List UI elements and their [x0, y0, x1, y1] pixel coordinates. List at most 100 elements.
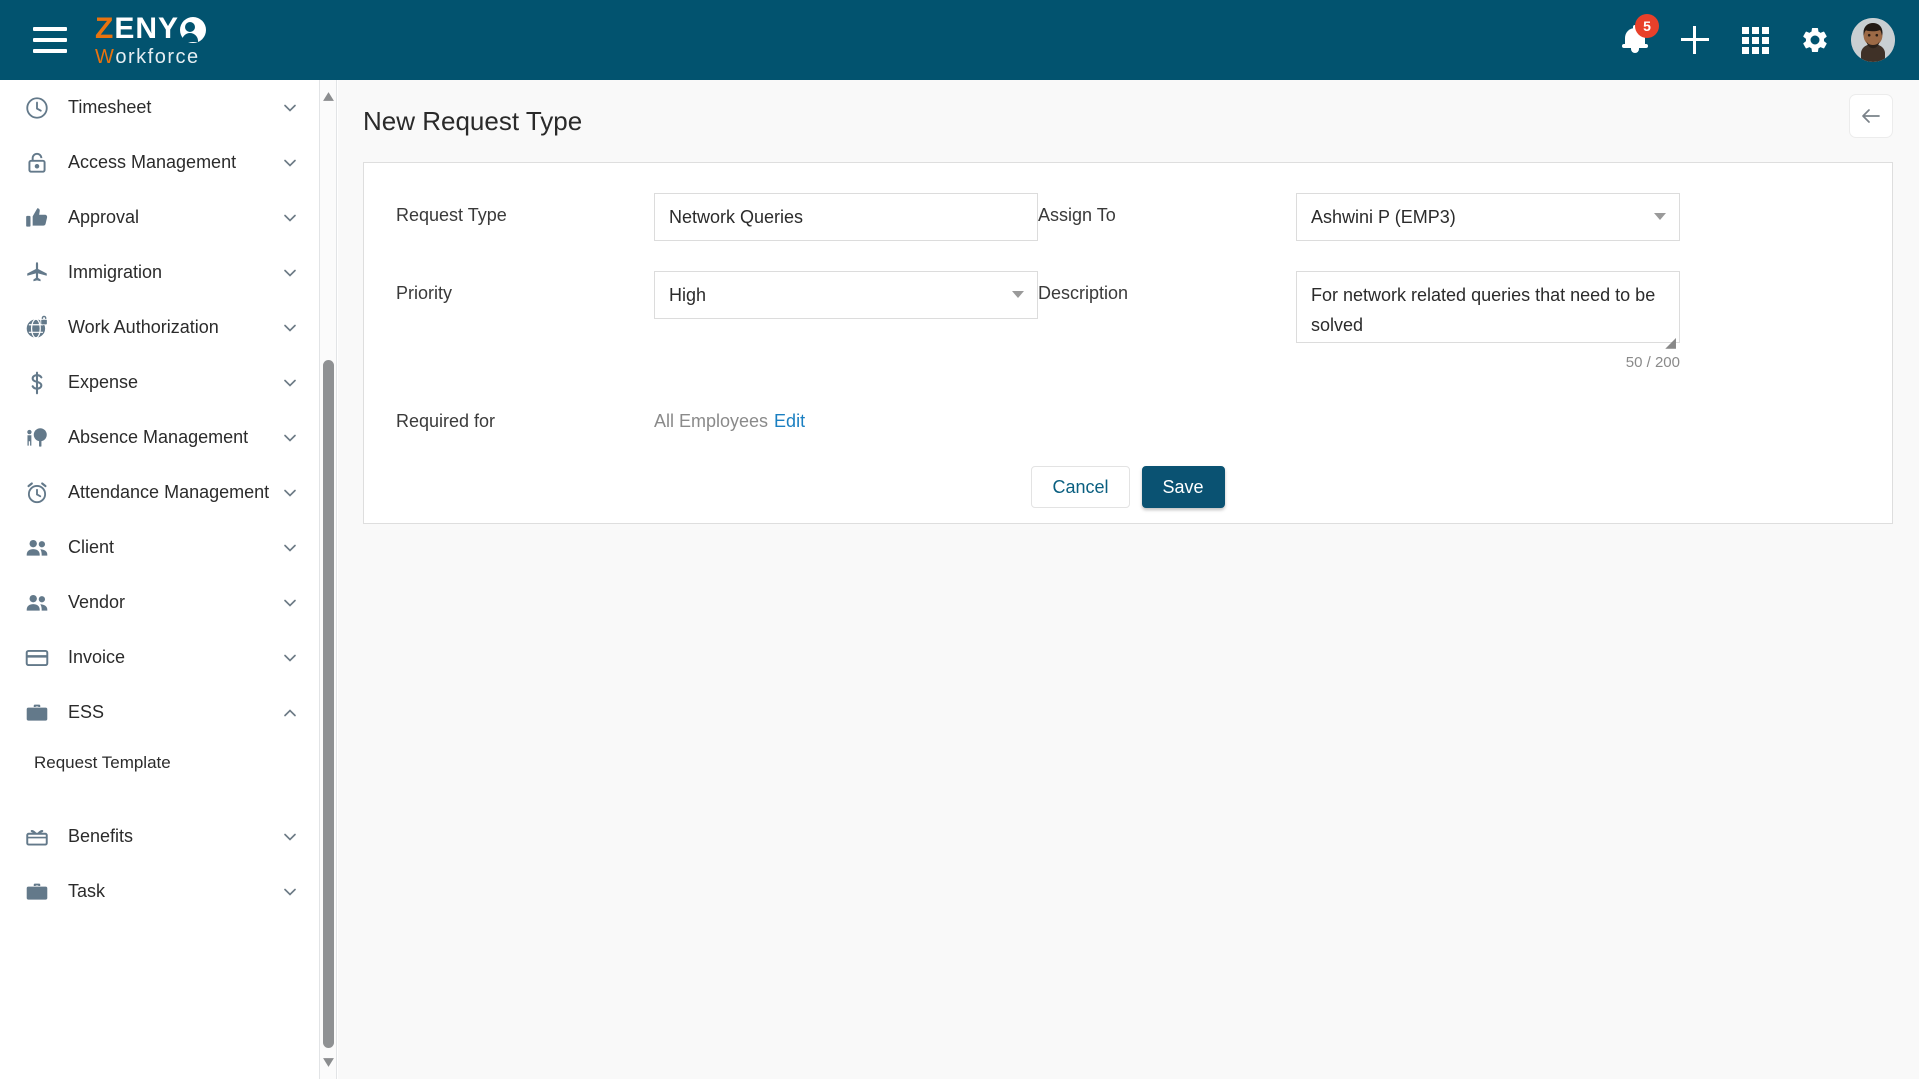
- globe-lock-icon: [22, 313, 52, 343]
- sidebar-scrollbar[interactable]: [320, 80, 337, 1079]
- sidebar-item-access-management[interactable]: Access Management: [0, 135, 319, 190]
- sidebar-item-approval[interactable]: Approval: [0, 190, 319, 245]
- page-title: New Request Type: [363, 105, 583, 136]
- chevron-down-icon[interactable]: [279, 427, 301, 449]
- people-icon: [22, 533, 52, 563]
- priority-label: Priority: [396, 283, 453, 303]
- sidebar-item-immigration[interactable]: Immigration: [0, 245, 319, 300]
- hamburger-line: [33, 27, 67, 31]
- empty-cell: [1038, 399, 1296, 432]
- sidebar-item-invoice[interactable]: Invoice: [0, 630, 319, 685]
- people-icon: [22, 588, 52, 618]
- sidebar-item-label: Client: [68, 537, 115, 557]
- sidebar-item-label: Timesheet: [68, 97, 152, 117]
- sidebar-item-benefits[interactable]: Benefits: [0, 809, 319, 864]
- priority-field: [654, 271, 1038, 371]
- page-header: New Request Type: [338, 80, 1919, 162]
- plus-icon: [1681, 26, 1709, 54]
- sidebar-item-ess[interactable]: ESS: [0, 685, 319, 740]
- empty-cell: [1296, 399, 1680, 432]
- request-type-field: [654, 193, 1038, 241]
- gift-icon: [22, 822, 52, 852]
- apps-grid-icon: [1741, 26, 1769, 54]
- sidebar-subitem-request-template[interactable]: Request Template: [0, 740, 319, 786]
- sidebar-item-client[interactable]: Client: [0, 520, 319, 575]
- chevron-down-icon[interactable]: [279, 592, 301, 614]
- add-button[interactable]: [1665, 10, 1725, 70]
- sidebar-item-work-authorization[interactable]: Work Authorization: [0, 300, 319, 355]
- sidebar-item-attendance-management[interactable]: Attendance Management: [0, 465, 319, 520]
- priority-value[interactable]: [654, 271, 1038, 319]
- sidebar-item-expense[interactable]: Expense: [0, 355, 319, 410]
- scrollbar-thumb[interactable]: [323, 360, 334, 1048]
- scroll-up-arrow-icon[interactable]: [322, 90, 335, 103]
- sidebar-item-label: Vendor: [68, 592, 126, 612]
- cancel-button[interactable]: Cancel: [1031, 466, 1130, 508]
- chevron-down-icon[interactable]: [279, 881, 301, 903]
- sidebar-item-absence-management[interactable]: Absence Management: [0, 410, 319, 465]
- sidebar-item-label: Benefits: [68, 826, 134, 846]
- sidebar-item-task[interactable]: Task: [0, 864, 319, 919]
- description-label: Description: [1038, 283, 1129, 303]
- request-type-input[interactable]: [654, 193, 1038, 241]
- apps-button[interactable]: [1725, 10, 1785, 70]
- chevron-down-icon[interactable]: [279, 262, 301, 284]
- required-for-edit-link[interactable]: Edit: [774, 411, 805, 431]
- settings-button[interactable]: [1785, 10, 1845, 70]
- description-textarea[interactable]: [1296, 271, 1680, 343]
- assign-to-label: Assign To: [1038, 205, 1116, 225]
- notifications-button[interactable]: 5: [1605, 10, 1665, 70]
- arrow-left-icon: [1859, 104, 1883, 128]
- chevron-down-icon[interactable]: [279, 152, 301, 174]
- avatar[interactable]: [1851, 18, 1895, 62]
- airplane-icon: [22, 258, 52, 288]
- logo-word-orkforce: orkforce: [115, 45, 200, 68]
- chevron-down-icon[interactable]: [279, 482, 301, 504]
- clock-icon: [22, 93, 52, 123]
- chevron-down-icon[interactable]: [279, 317, 301, 339]
- hamburger-line: [33, 49, 67, 53]
- chevron-down-icon[interactable]: [279, 372, 301, 394]
- priority-select[interactable]: [654, 271, 1038, 319]
- logo-person-o-icon: [180, 15, 208, 43]
- logo-letter-w: W: [95, 45, 116, 68]
- chevron-down-icon[interactable]: [279, 537, 301, 559]
- chevron-down-icon[interactable]: [279, 826, 301, 848]
- form-actions: Cancel Save: [396, 466, 1860, 508]
- credit-card-icon: [22, 643, 52, 673]
- sidebar-item-label: Work Authorization: [68, 317, 219, 337]
- briefcase-icon: [22, 877, 52, 907]
- form-row-gap: [396, 241, 1860, 271]
- sidebar-item-timesheet[interactable]: Timesheet: [0, 80, 319, 135]
- chevron-down-icon[interactable]: [279, 97, 301, 119]
- assign-to-value[interactable]: [1296, 193, 1680, 241]
- top-header-bar: Z ENY W orkforce 5: [0, 0, 1919, 80]
- description-character-counter: 50 / 200: [1625, 354, 1680, 371]
- sidebar-item-vendor[interactable]: Vendor: [0, 575, 319, 630]
- assign-to-field: [1296, 193, 1680, 241]
- sidebar-item-label: Task: [68, 881, 106, 901]
- chevron-down-icon[interactable]: [279, 207, 301, 229]
- notification-count-badge: 5: [1635, 14, 1659, 38]
- assign-to-select[interactable]: [1296, 193, 1680, 241]
- form-row-3: Required for All Employees Edit: [396, 399, 1860, 432]
- chevron-up-icon[interactable]: [279, 702, 301, 724]
- logo-letter-z: Z: [95, 11, 115, 45]
- lock-icon: [22, 148, 52, 178]
- sidebar-item-label: Expense: [68, 372, 139, 392]
- logo-top-row: Z ENY: [95, 11, 208, 45]
- scroll-down-arrow-icon[interactable]: [322, 1056, 335, 1069]
- form-row-1: Request Type Assign To: [396, 193, 1860, 241]
- briefcase-icon: [22, 698, 52, 728]
- app-logo[interactable]: Z ENY W orkforce: [95, 11, 208, 67]
- thumbs-up-icon: [22, 203, 52, 233]
- hamburger-menu-icon[interactable]: [33, 27, 67, 53]
- logo-bottom-row: W orkforce: [95, 47, 208, 67]
- main-content: New Request Type Request Type Assign To: [338, 80, 1919, 1079]
- chevron-down-icon[interactable]: [279, 647, 301, 669]
- save-button[interactable]: Save: [1141, 466, 1225, 508]
- header-actions: 5: [1605, 0, 1919, 80]
- back-button[interactable]: [1849, 94, 1893, 138]
- required-for-label: Required for: [396, 411, 496, 431]
- required-for-value-group: All Employees Edit: [654, 399, 1038, 432]
